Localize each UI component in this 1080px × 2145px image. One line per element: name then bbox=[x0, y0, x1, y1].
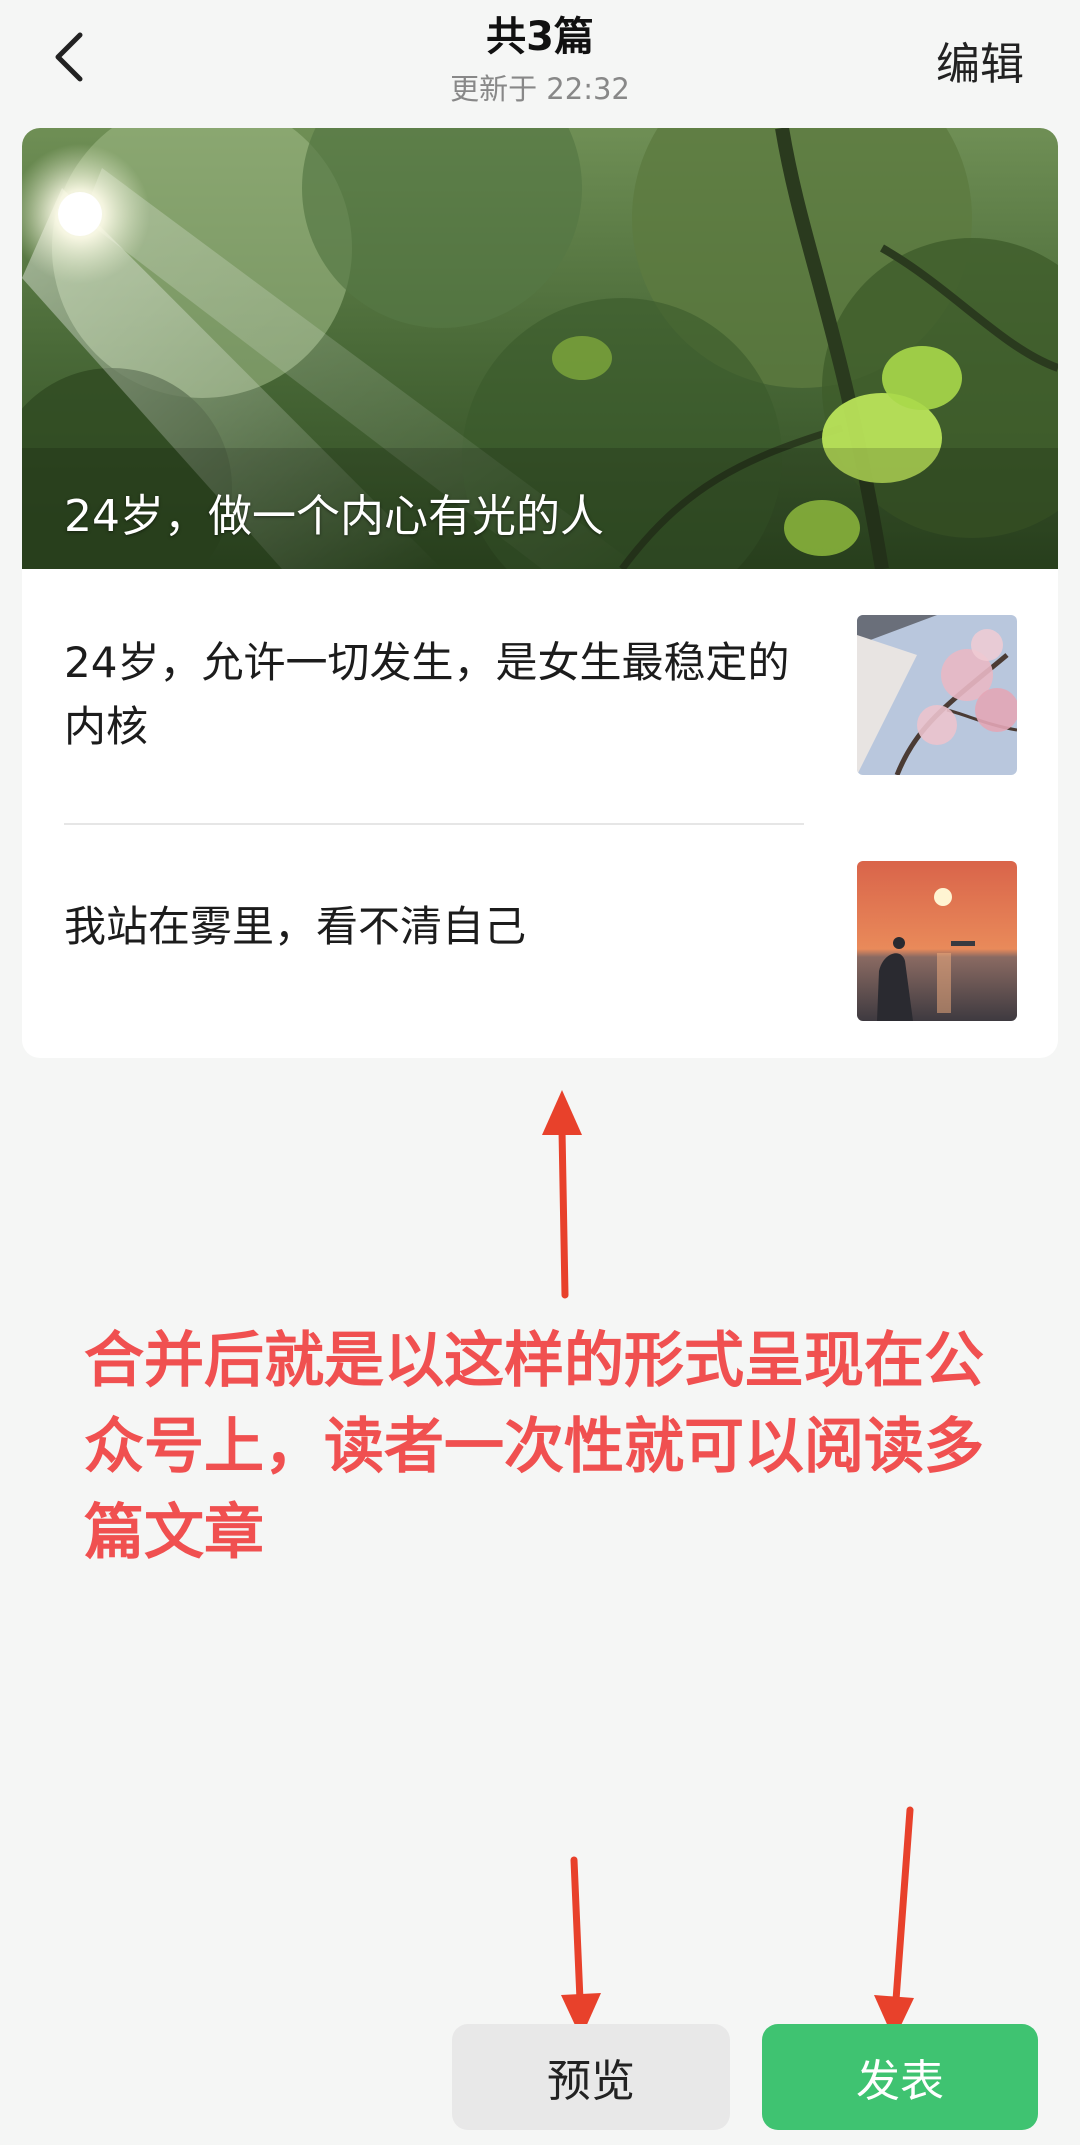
page-title: 共3篇 bbox=[486, 14, 594, 60]
article-title: 我站在雾里，看不清自己 bbox=[64, 902, 527, 951]
hero-article-title: 24岁，做一个内心有光的人 bbox=[64, 491, 604, 542]
article-bundle-screen: 共3篇 更新于 22:32 编辑 24岁，做一个内心有光的人 24岁，允许一切发… bbox=[0, 0, 1080, 2145]
article-thumbnail bbox=[857, 861, 1017, 1021]
article-bundle-card: 24岁，做一个内心有光的人 24岁，允许一切发生，是女生最稳定的内核 我站在雾里… bbox=[22, 128, 1058, 1058]
preview-button[interactable]: 预览 bbox=[452, 2024, 730, 2130]
article-title: 24岁，允许一切发生，是女生最稳定的内核 bbox=[64, 638, 790, 751]
publish-button[interactable]: 发表 bbox=[762, 2024, 1038, 2130]
annotation-text: 合并后就是以这样的形式呈现在公众号上，读者一次性就可以阅读多篇文章 bbox=[84, 1326, 984, 1568]
list-item[interactable]: 24岁，允许一切发生，是女生最稳定的内核 bbox=[22, 569, 1058, 814]
hero-article[interactable]: 24岁，做一个内心有光的人 bbox=[22, 128, 1058, 569]
edit-button[interactable]: 编辑 bbox=[936, 28, 1024, 92]
update-time: 更新于 22:32 bbox=[450, 72, 630, 106]
article-thumbnail bbox=[857, 615, 1017, 775]
list-item[interactable]: 我站在雾里，看不清自己 bbox=[22, 825, 1058, 1058]
